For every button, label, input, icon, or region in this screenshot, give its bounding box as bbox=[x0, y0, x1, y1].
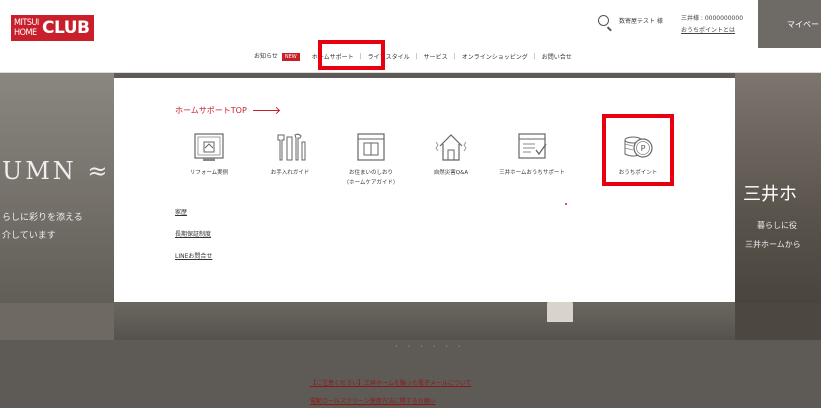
nav-item-service[interactable]: サービス bbox=[424, 52, 448, 61]
tile-ouchi-support[interactable]: 三井ホームおうちサポート bbox=[492, 130, 572, 176]
points-about-link[interactable]: おうちポイントとは bbox=[681, 25, 735, 34]
home-support-highlight-box bbox=[318, 40, 385, 70]
site-header: MITSUI HOME CLUB 数寄屋テスト 様 三井様 : 00000000… bbox=[0, 0, 821, 73]
nav-item-contact[interactable]: お問い合せ bbox=[542, 52, 572, 61]
link-kareki[interactable]: 家歴 bbox=[175, 207, 187, 216]
link-line-inquiry[interactable]: LINEお問合せ bbox=[175, 251, 212, 260]
member-id: 三井様 : 0000000000 bbox=[681, 15, 744, 22]
news-link[interactable]: 電動ロールスクリーン使用方法に関するお願い bbox=[310, 396, 436, 405]
nav-item-news-label: お知らせ bbox=[254, 53, 278, 60]
hero-left-title: UMN ≈ bbox=[2, 157, 111, 185]
tools-icon bbox=[277, 133, 306, 161]
link-long-term-warranty[interactable]: 長期保証制度 bbox=[175, 229, 211, 238]
nav-separator: | bbox=[533, 52, 536, 60]
hero-left-text: 介しています bbox=[2, 231, 56, 241]
tile-renovation[interactable]: リフォーム実例 bbox=[169, 130, 249, 176]
renovation-icon bbox=[194, 133, 224, 161]
new-badge: NEW bbox=[281, 53, 300, 61]
search-icon[interactable] bbox=[598, 15, 609, 26]
hero-image-strip bbox=[0, 303, 114, 340]
lamp-image bbox=[547, 300, 573, 322]
hero-slide-left[interactable]: UMN ≈ らしに彩りを添える 介しています bbox=[0, 73, 114, 303]
tile-label: 三井ホームおうちサポート bbox=[499, 170, 565, 176]
nav-separator: | bbox=[453, 52, 456, 60]
logo-mitsui-home-text: MITSUI HOME bbox=[14, 18, 39, 38]
hero-right-text: 三井ホームから bbox=[745, 240, 801, 249]
news-link[interactable]: 【ご注意ください】三井ホームを騙った電子メールについて bbox=[310, 378, 472, 387]
nav-item-news[interactable]: お知らせ NEW bbox=[254, 51, 300, 61]
tile-disaster-qa[interactable]: 自然災害Q&A bbox=[411, 130, 491, 176]
tile-care-guide[interactable]: お手入れガイド bbox=[250, 130, 330, 176]
tile-label: お手入れガイド bbox=[270, 170, 310, 176]
tile-label: リフォーム実例 bbox=[189, 170, 229, 176]
mitsui-home-club-logo[interactable]: MITSUI HOME CLUB bbox=[11, 15, 94, 41]
global-nav: お知らせNEW | ホームサポート | ライフスタイル | サービス | オンラ… bbox=[254, 51, 572, 61]
ouchi-points-highlight-box bbox=[602, 114, 674, 186]
red-dot bbox=[565, 203, 567, 205]
home-support-mega-menu: ホームサポートTOP リフォーム実例 お手入れガイド お住まいのしおり （ホーム… bbox=[114, 78, 735, 302]
hero-right-title: 三井ホ bbox=[743, 184, 797, 205]
hero-image-strip bbox=[735, 303, 821, 340]
user-name: 数寄屋テスト 様 bbox=[619, 18, 663, 25]
hero-slide-right[interactable]: 三井ホ 暮らしに役 三井ホームから bbox=[735, 73, 821, 303]
tile-label: 自然災害Q&A bbox=[433, 170, 469, 176]
nav-item-online-shopping[interactable]: オンラインショッピング bbox=[462, 52, 528, 61]
slider-dots[interactable]: • • • • • • bbox=[395, 344, 465, 350]
support-checklist-icon bbox=[518, 133, 547, 159]
hero-right-text: 暮らしに役 bbox=[757, 221, 797, 230]
hero-image-strip bbox=[114, 302, 735, 340]
nav-separator: | bbox=[415, 52, 418, 60]
mypage-button[interactable]: マイペー bbox=[758, 0, 821, 48]
tile-label: お住まいのしおり bbox=[348, 170, 393, 176]
house-disaster-icon bbox=[435, 134, 467, 161]
tile-home-care-guide[interactable]: お住まいのしおり （ホームケアガイド） bbox=[331, 130, 411, 186]
tile-sublabel: （ホームケアガイド） bbox=[343, 180, 399, 186]
hero-left-text: らしに彩りを添える bbox=[2, 213, 83, 223]
guidebook-icon bbox=[357, 133, 385, 161]
mega-menu-title: ホームサポートTOP bbox=[175, 106, 247, 115]
mega-menu-title-link[interactable]: ホームサポートTOP bbox=[175, 105, 279, 116]
arrow-right-icon bbox=[252, 110, 279, 111]
logo-club-text: CLUB bbox=[42, 18, 90, 38]
